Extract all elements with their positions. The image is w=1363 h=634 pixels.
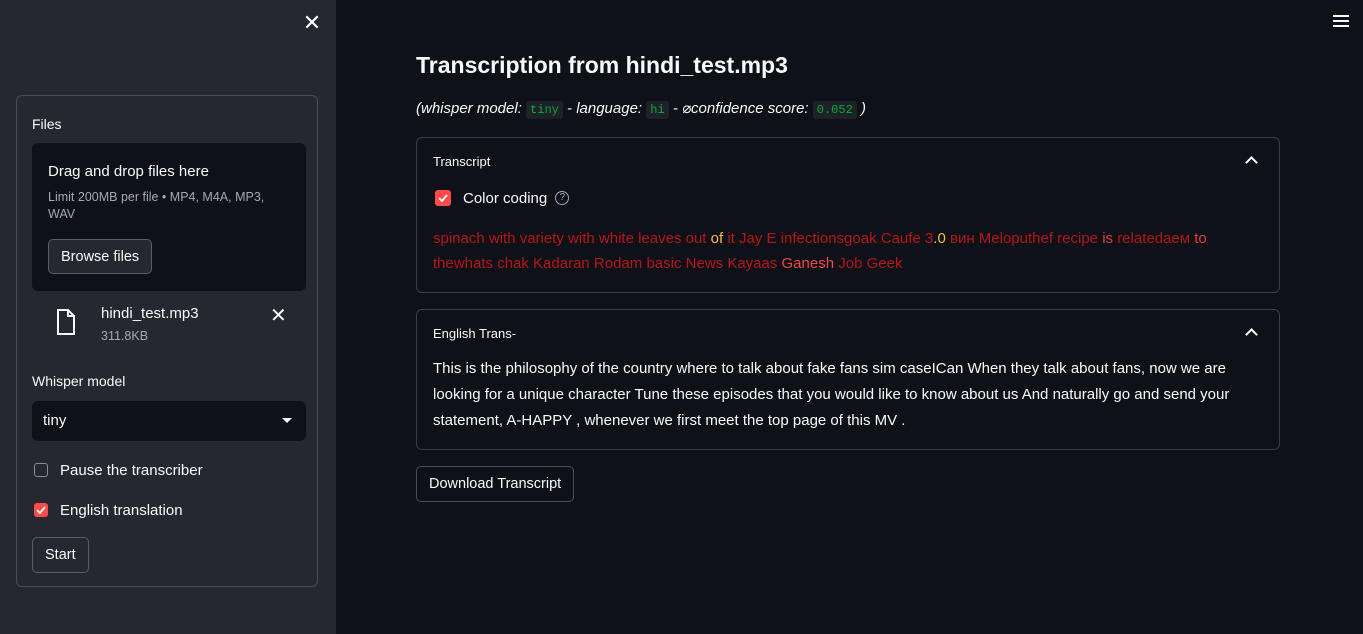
english-translation-checkbox[interactable]: English translation [34, 500, 183, 520]
pause-transcriber-checkbox[interactable]: Pause the transcriber [34, 460, 203, 480]
file-dropzone[interactable]: Drag and drop files here Limit 200MB per… [32, 143, 306, 291]
transcript-segment: is [1102, 230, 1118, 247]
help-icon[interactable]: ? [555, 191, 570, 205]
whisper-model-label: Whisper model [32, 373, 126, 389]
checkbox-unchecked-icon[interactable] [34, 463, 48, 477]
color-coding-checkbox[interactable]: Color coding ? [435, 188, 570, 208]
uploaded-file: hindi_test.mp3 311.8KB ✕ [32, 301, 306, 351]
transcript-segment: relatedаем [1117, 230, 1195, 247]
dropzone-limit: Limit 200MB per file • MP4, M4A, MP3, WA… [48, 190, 265, 221]
meta-lang-label: - language: [562, 100, 647, 117]
english-translation-label: English translation [60, 501, 183, 519]
files-label: Files [32, 116, 62, 132]
start-button[interactable]: Start [32, 537, 89, 573]
checkbox-checked-icon[interactable] [435, 190, 451, 206]
chevron-down-icon [282, 418, 292, 423]
sidebar: ✕ Files Drag and drop files here Limit 2… [0, 0, 336, 634]
download-transcript-button[interactable]: Download Transcript [416, 466, 575, 502]
english-translation-text: This is the philosophy of the country wh… [433, 360, 1230, 429]
transcript-expander: Transcript Color coding ? spinach with v… [416, 137, 1280, 293]
english-translation-expander: English Trans- This is the philosophy of… [416, 309, 1280, 450]
whisper-model-value: tiny [43, 412, 67, 429]
transcript-segment: вин Meloputhef recipe [949, 230, 1103, 247]
browse-files-button[interactable]: Browse files [48, 239, 153, 274]
whisper-model-select[interactable]: tiny [32, 401, 306, 441]
remove-file-icon[interactable]: ✕ [270, 303, 287, 328]
meta-conf-label: - ⌀confidence score: [668, 100, 813, 117]
meta-prefix: (whisper model: [416, 100, 527, 117]
english-expander-title[interactable]: English Trans- [433, 326, 516, 341]
page-title: Transcription from hindi_test.mp3 [416, 52, 788, 78]
transcript-expander-title[interactable]: Transcript [433, 154, 490, 169]
close-sidebar-icon[interactable]: ✕ [302, 12, 322, 34]
sidebar-form: Files Drag and drop files here Limit 200… [16, 95, 318, 587]
chevron-up-icon[interactable] [1245, 328, 1258, 341]
file-size: 311.8KB [101, 329, 149, 343]
color-coding-label: Color coding [463, 189, 548, 207]
file-icon [57, 309, 75, 335]
transcript-segment: Job Geek [838, 255, 903, 272]
color-coded-transcript: spinach with variety with white leaves o… [433, 226, 1253, 276]
file-name: hindi_test.mp3 [101, 305, 199, 322]
transcript-segment: it Jay E infectionsgoak Caufe 3 [727, 230, 934, 247]
transcript-segment: spinach with variety with white leaves o… [433, 230, 711, 247]
chevron-up-icon[interactable] [1245, 156, 1258, 169]
meta-confidence: 0.052 [812, 101, 857, 119]
transcript-segment: thewhats chak Kadaran Rodam basic News K… [433, 255, 782, 272]
meta-language: hi [646, 101, 669, 119]
meta-model: tiny [526, 101, 563, 119]
transcript-segment: Ganesh [781, 255, 839, 272]
dropzone-title: Drag and drop files here [48, 163, 209, 180]
meta-suffix: ) [856, 100, 866, 117]
transcript-segment: .0 [933, 230, 950, 247]
pause-transcriber-label: Pause the transcriber [60, 461, 203, 479]
transcription-meta: (whisper model: tiny - language: hi - ⌀c… [416, 99, 866, 119]
menu-icon[interactable] [1333, 15, 1349, 29]
transcript-segment: of [710, 230, 728, 247]
transcript-segment: to [1194, 230, 1207, 247]
checkbox-checked-icon[interactable] [34, 503, 48, 517]
